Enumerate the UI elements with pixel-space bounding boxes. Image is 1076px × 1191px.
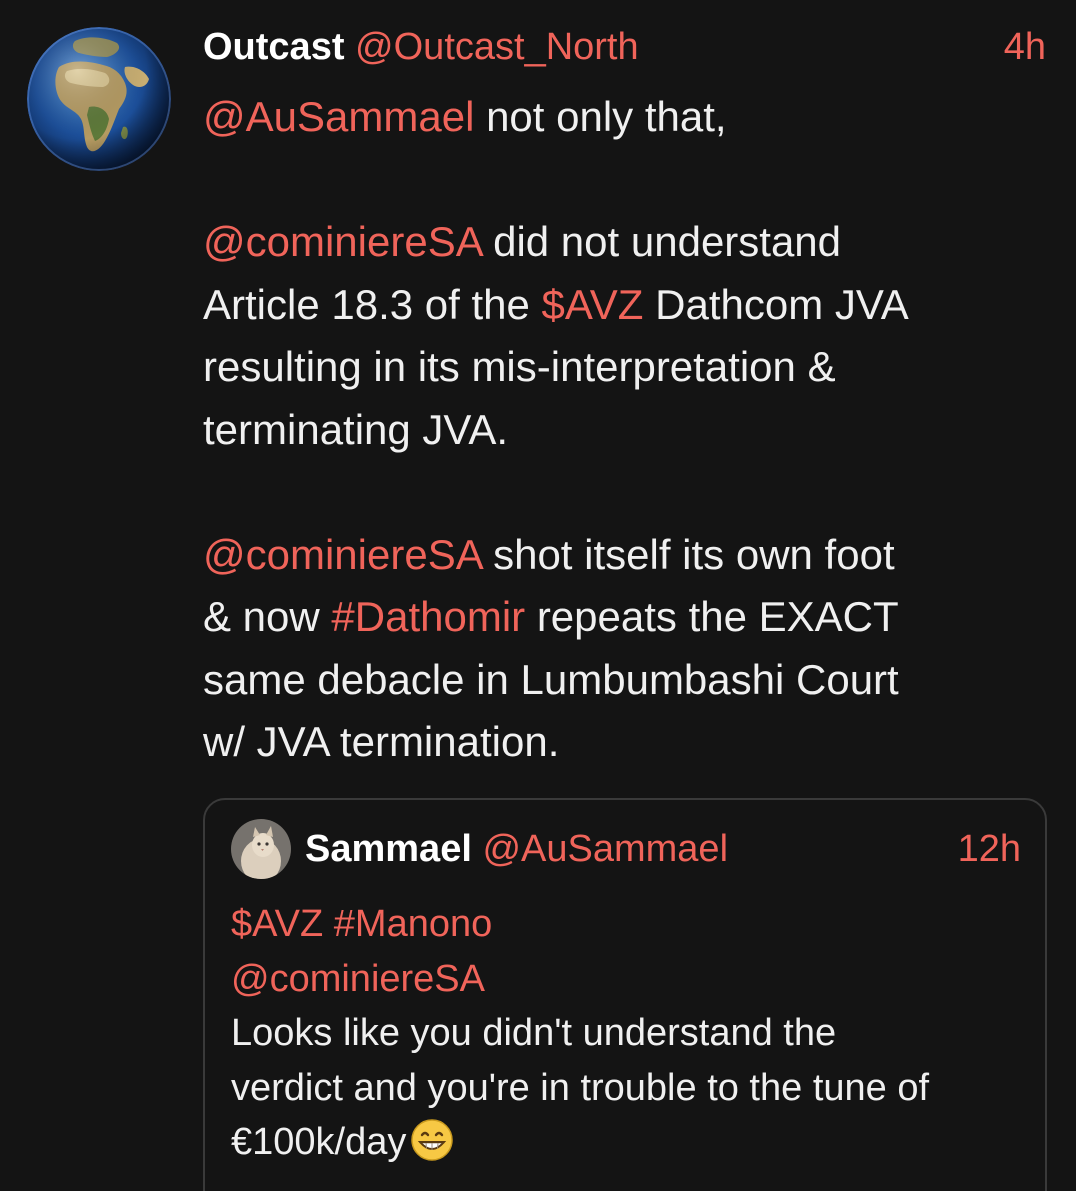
cat-avatar-icon [231,819,291,879]
paragraph-2: @cominiereSA did not understand Article 1… [203,211,1053,461]
body-text: terminating JVA. [203,405,509,453]
author-handle[interactable]: @Outcast_North [355,26,639,68]
mention-link[interactable]: @cominiereSA [231,958,485,1000]
author-avatar[interactable] [27,27,171,171]
mention-link[interactable]: @AuSammael [203,93,474,140]
body-text: did not understand [481,218,842,265]
quoted-author-handle[interactable]: @AuSammael [482,828,728,870]
tweet[interactable]: Outcast @Outcast_North 4h @AuSammael not… [0,0,1076,1191]
quoted-author-name[interactable]: Sammael [305,828,472,870]
tweet-body: @AuSammael not only that, @cominiereSA d… [203,86,1053,774]
quoted-tweet-header: Sammael @AuSammael 12h [305,824,1021,874]
body-text: & now [203,593,332,640]
body-text: resulting in its mis-interpretation & [203,343,836,390]
body-text: Article 18.3 of the [203,280,542,328]
tweet-header: Outcast @Outcast_North 4h [203,22,1046,72]
grinning-face-emoji-icon [410,1118,454,1162]
body-text: same debacle in Lumbumbashi Court [203,655,899,703]
mention-link[interactable]: @cominiereSA [203,531,481,578]
body-text: repeats the EXACT [525,593,899,640]
author-name[interactable]: Outcast [203,26,344,68]
body-text: Dathcom JVA [643,280,909,328]
text-spacer [323,903,334,945]
body-text: €100k/day [231,1121,407,1163]
body-text: not only that, [474,93,727,140]
body-text: Looks like you didn't understand the [231,1012,837,1054]
body-text: shot itself its own foot [481,530,895,578]
cashtag-link[interactable]: $AVZ [231,903,323,945]
body-text: verdict and you're in trouble to the tun… [231,1066,930,1109]
hashtag-link[interactable]: #Dathomir [331,593,525,640]
quoted-tweet-card[interactable]: Sammael @AuSammael 12h $AVZ #Manono @com… [203,798,1047,1191]
earth-globe-avatar-icon [27,27,171,171]
hashtag-link[interactable]: #Manono [334,903,492,945]
quoted-author-avatar[interactable] [231,819,291,879]
paragraph-1: @AuSammael not only that, [203,86,1053,149]
quoted-tweet-body: $AVZ #Manono @cominiereSA Looks like you… [231,897,1021,1170]
quoted-tweet-timestamp[interactable]: 12h [958,824,1021,874]
tweet-timestamp[interactable]: 4h [1004,22,1046,72]
body-text: w/ JVA termination. [203,718,560,765]
cashtag-link[interactable]: $AVZ [542,281,644,328]
mention-link[interactable]: @cominiereSA [203,218,481,265]
paragraph-3: @cominiereSA shot itself its own foot & n… [203,524,1053,774]
